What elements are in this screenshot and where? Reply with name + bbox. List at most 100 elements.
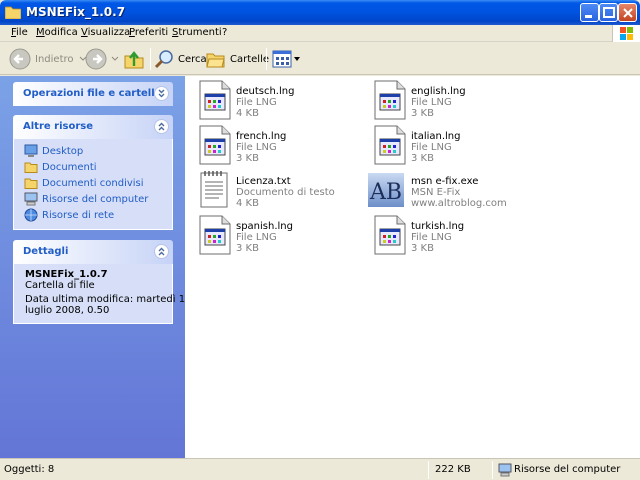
back-label: Indietro [35, 53, 74, 65]
text-file-icon [200, 171, 228, 208]
details-modified-line2: luglio 2008, 0.50 [25, 305, 110, 316]
file-item[interactable]: AB msn e-fix.exe MSN E-Fix www.altroblog… [366, 170, 541, 214]
file-item[interactable]: english.lng File LNG 3 KB [366, 80, 541, 124]
ab-app-icon: AB [368, 173, 404, 207]
file-type: MSN E-Fix [411, 187, 461, 198]
file-name: turkish.lng [411, 221, 465, 232]
folders-icon [206, 53, 225, 68]
minimize-button[interactable] [580, 3, 599, 22]
file-item[interactable]: french.lng File LNG 3 KB [191, 125, 366, 169]
status-objects: Oggetti: 8 [4, 464, 55, 475]
collapse-button[interactable] [154, 244, 169, 259]
file-size: 4 KB [236, 198, 259, 209]
search-label: Cerca [178, 53, 207, 65]
chevron-down-icon [111, 56, 119, 61]
menu-visualizza[interactable]: Visualizza [81, 27, 130, 38]
file-size: 3 KB [411, 108, 434, 119]
file-item[interactable]: spanish.lng File LNG 3 KB [191, 215, 366, 259]
views-button[interactable] [272, 47, 300, 71]
file-size: 3 KB [411, 153, 434, 164]
file-name: Licenza.txt [236, 176, 291, 187]
details-header[interactable]: Dettagli [13, 240, 173, 264]
menu-file[interactable]: File [11, 27, 28, 38]
title-bar[interactable]: MSNEFix_1.0.7 [0, 0, 640, 25]
back-button[interactable]: Indietro [9, 47, 87, 71]
close-button[interactable] [618, 3, 637, 22]
collapse-button[interactable] [154, 119, 169, 134]
file-name: deutsch.lng [236, 86, 295, 97]
menu-preferiti[interactable]: Preferiti [129, 27, 168, 38]
status-size: 222 KB [435, 464, 471, 475]
details-type: Cartella di file [25, 280, 95, 291]
task-pane: Operazioni file e cartella Altre risorse… [0, 76, 191, 458]
views-icon [272, 50, 292, 68]
file-item[interactable]: Licenza.txt Documento di testo 4 KB [191, 170, 366, 214]
link-documenti[interactable]: Documenti [24, 159, 97, 175]
status-divider [428, 461, 429, 479]
file-item[interactable]: deutsch.lng File LNG 4 KB [191, 80, 366, 124]
folders-button[interactable]: Cartelle [206, 47, 269, 71]
file-type: File LNG [411, 142, 452, 153]
file-type: Documento di testo [236, 187, 335, 198]
menu-modifica[interactable]: Modifica [36, 27, 78, 38]
file-name: italian.lng [411, 131, 461, 142]
shared-folder-icon [24, 178, 38, 189]
file-item[interactable]: turkish.lng File LNG 3 KB [366, 215, 541, 259]
up-folder-icon [124, 51, 144, 69]
menu-bar: File Modifica Visualizza Preferiti Strum… [0, 25, 640, 42]
lng-file-icon [199, 80, 231, 120]
details-panel: MSNEFix_1.0.7 Cartella di file Data ulti… [13, 264, 191, 324]
desktop-icon [24, 144, 38, 157]
chevron-double-up-icon [158, 247, 165, 256]
file-tasks-header[interactable]: Operazioni file e cartella [13, 82, 173, 106]
file-item[interactable]: italian.lng File LNG 3 KB [366, 125, 541, 169]
folder-icon [24, 162, 38, 173]
file-size: 4 KB [236, 108, 259, 119]
file-name: french.lng [236, 131, 287, 142]
other-places-header[interactable]: Altre risorse [13, 115, 173, 139]
status-bar: Oggetti: 8 222 KB Risorse del computer [0, 458, 640, 480]
menu-help[interactable]: ? [222, 27, 227, 38]
maximize-icon [603, 7, 615, 18]
forward-arrow-icon [85, 48, 107, 70]
window-title: MSNEFix_1.0.7 [26, 5, 126, 19]
chevron-down-icon [294, 56, 300, 61]
search-button[interactable]: Cerca [154, 47, 207, 71]
lng-file-icon [374, 125, 406, 165]
maximize-button[interactable] [599, 3, 618, 22]
up-folder-button[interactable] [123, 47, 145, 71]
file-type: File LNG [236, 97, 277, 108]
svg-text:AB: AB [369, 180, 402, 205]
back-arrow-icon [9, 48, 31, 70]
other-places-title: Altre risorse [23, 121, 93, 132]
folder-icon [5, 6, 21, 19]
file-type: File LNG [411, 232, 452, 243]
forward-button[interactable] [85, 47, 119, 71]
windows-logo-icon [612, 25, 640, 42]
details-title: Dettagli [23, 246, 69, 257]
link-documenti-condivisi[interactable]: Documenti condivisi [24, 175, 144, 191]
file-view: deutsch.lng File LNG 4 KB english.lng Fi… [185, 76, 640, 458]
network-icon [24, 208, 38, 222]
file-name: spanish.lng [236, 221, 293, 232]
details-modified-line1: Data ultima modifica: martedì 15 [25, 294, 192, 305]
file-size: 3 KB [411, 243, 434, 254]
chevron-double-up-icon [158, 122, 165, 131]
file-size: 3 KB [236, 153, 259, 164]
file-type: File LNG [236, 142, 277, 153]
status-location: Risorse del computer [514, 464, 621, 475]
expand-button[interactable] [154, 86, 169, 101]
toolbar-separator [150, 48, 151, 70]
computer-icon [24, 192, 38, 206]
search-icon [154, 50, 173, 69]
link-risorse-computer[interactable]: Risorse del computer [24, 191, 148, 207]
folders-label: Cartelle [230, 53, 270, 65]
details-name: MSNEFix_1.0.7 [25, 269, 108, 280]
menu-strumenti[interactable]: Strumenti [172, 27, 222, 38]
lng-file-icon [199, 215, 231, 255]
link-desktop[interactable]: Desktop [24, 143, 83, 159]
link-risorse-rete[interactable]: Risorse di rete [24, 207, 114, 223]
lng-file-icon [199, 125, 231, 165]
file-name: english.lng [411, 86, 466, 97]
status-divider [492, 461, 493, 479]
